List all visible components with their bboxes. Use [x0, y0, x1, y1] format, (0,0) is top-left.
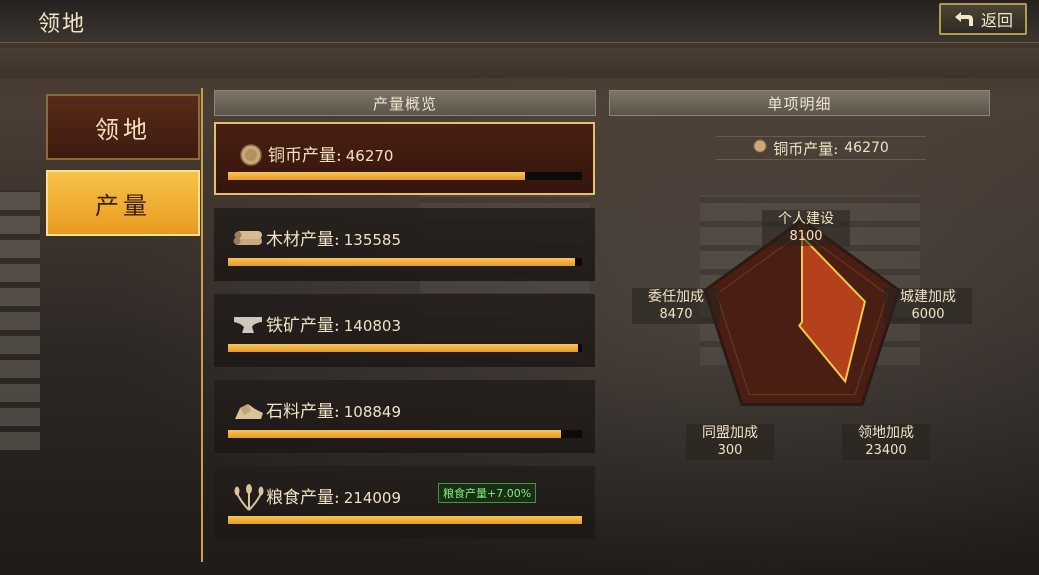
- overview-header: 产量概览: [214, 90, 596, 116]
- production-label: 铁矿产量: 140803: [266, 316, 401, 336]
- production-bar: [228, 516, 582, 524]
- radar-axis-alliance: 同盟加成 300: [686, 424, 774, 460]
- production-label: 铜币产量: 46270: [268, 146, 394, 166]
- tab-production[interactable]: 产量: [46, 170, 200, 236]
- anvil-icon: [232, 310, 266, 340]
- detail-header: 单项明细: [609, 90, 990, 116]
- frame-top: [0, 48, 1039, 78]
- detail-summary: 铜币产量: 46270: [716, 136, 926, 160]
- return-arrow-icon: [953, 10, 975, 28]
- production-bar: [228, 258, 582, 266]
- radar-axis-city: 城建加成 6000: [884, 288, 972, 324]
- production-bar: [228, 344, 582, 352]
- detail-title: 单项明细: [767, 94, 832, 113]
- production-label: 木材产量: 135585: [266, 230, 401, 250]
- radar-chart: 个人建设 8100 城建加成 6000 领地加成 23400 同盟加成 300 委任加成…: [600, 190, 1020, 480]
- tab-territory[interactable]: 领地: [46, 94, 200, 160]
- detail-label: 铜币产量:: [773, 139, 839, 158]
- production-value: 135585: [343, 231, 401, 249]
- stone-icon: [232, 396, 266, 426]
- top-bar: 领地 返回: [0, 0, 1039, 43]
- production-value: 214009: [343, 489, 401, 507]
- production-card-iron[interactable]: 铁矿产量: 140803: [214, 294, 595, 367]
- back-button[interactable]: 返回: [939, 3, 1027, 35]
- production-label: 石料产量: 108849: [266, 402, 401, 422]
- production-label: 粮食产量: 214009: [266, 488, 401, 508]
- production-value: 140803: [343, 317, 401, 335]
- production-card-stone[interactable]: 石料产量: 108849: [214, 380, 595, 453]
- production-card-food[interactable]: 粮食产量: 214009 粮食产量+7.00%: [214, 466, 595, 539]
- production-bar: [228, 172, 582, 180]
- radar-axis-territory: 领地加成 23400: [842, 424, 930, 460]
- detail-value: 46270: [844, 140, 889, 156]
- tab-divider: [201, 88, 203, 562]
- radar-axis-personal: 个人建设 8100: [762, 210, 850, 246]
- wheat-icon: [232, 482, 266, 512]
- tab-label: 领地: [95, 115, 151, 144]
- overview-title: 产量概览: [372, 94, 437, 113]
- radar-axis-appoint: 委任加成 8470: [632, 288, 720, 324]
- tab-label: 产量: [95, 191, 151, 220]
- wood-icon: [232, 224, 266, 254]
- production-list: 铜币产量: 46270 木材产量: 135585 铁矿产量: 140803 石料…: [214, 122, 596, 552]
- production-card-wood[interactable]: 木材产量: 135585: [214, 208, 595, 281]
- tab-column: 领地 产量: [46, 94, 202, 246]
- production-value: 108849: [343, 403, 401, 421]
- food-bonus-badge: 粮食产量+7.00%: [438, 483, 537, 503]
- production-card-copper[interactable]: 铜币产量: 46270: [214, 122, 595, 195]
- production-value: 46270: [345, 147, 394, 165]
- production-bar: [228, 430, 582, 438]
- page-title: 领地: [38, 12, 87, 37]
- coin-icon: [753, 139, 767, 157]
- back-button-label: 返回: [980, 11, 1013, 30]
- coin-icon: [234, 140, 268, 170]
- window-lattice: [0, 190, 40, 450]
